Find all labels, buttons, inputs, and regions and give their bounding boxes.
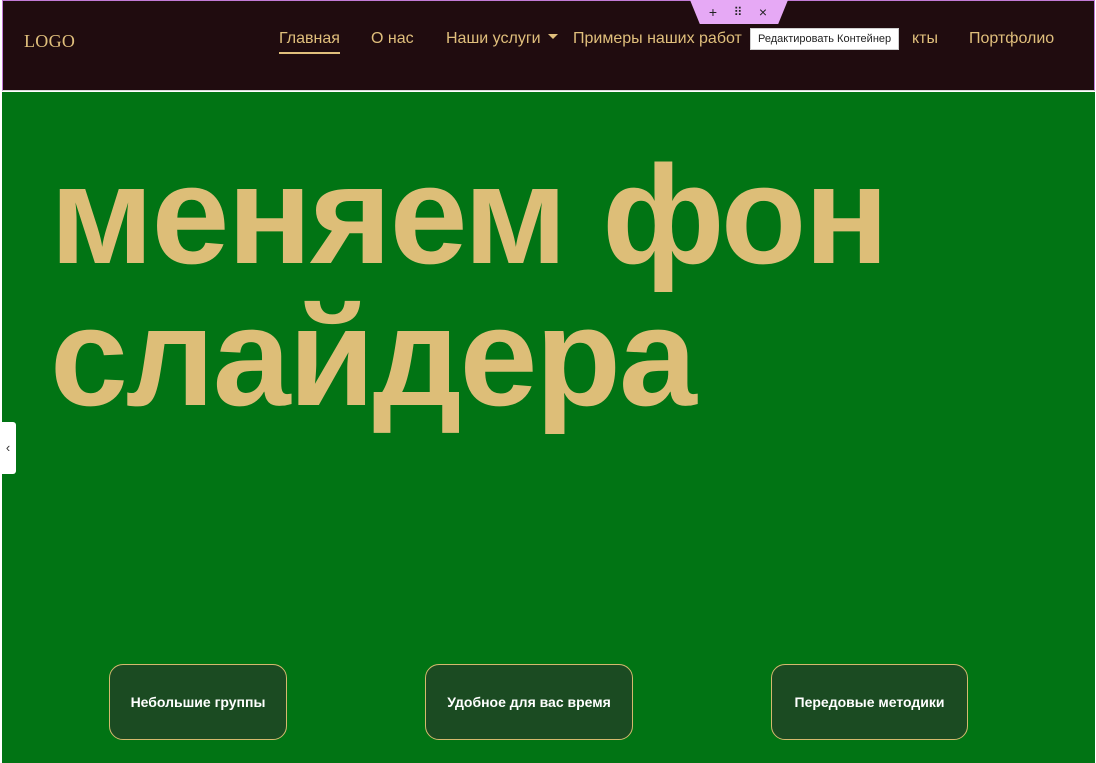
container-edit-handle[interactable]: + ⠿ × <box>690 0 788 24</box>
nav-item-portfolio[interactable]: Портфолио <box>969 30 1054 48</box>
hero-title: меняем фон слайдера <box>50 136 889 435</box>
feature-card-convenient-time: Удобное для вас время <box>425 664 633 740</box>
close-icon[interactable]: × <box>753 3 773 21</box>
edit-container-tooltip: Редактировать Контейнер <box>750 28 900 50</box>
site-header: LOGO Главная О нас Наши услуги Примеры н… <box>2 0 1095 91</box>
panel-toggle-arrow-icon[interactable]: ‹ <box>0 422 16 474</box>
logo[interactable]: LOGO <box>24 31 75 52</box>
feature-card-small-groups: Небольшие группы <box>109 664 287 740</box>
nav-item-contacts[interactable]: кты <box>912 30 938 48</box>
chevron-down-icon[interactable] <box>547 34 558 40</box>
nav-item-services[interactable]: Наши услуги <box>446 30 558 48</box>
drag-handle-icon[interactable]: ⠿ <box>728 3 748 21</box>
nav-item-services-label: Наши услуги <box>446 30 541 47</box>
nav-item-home[interactable]: Главная <box>279 30 340 54</box>
add-icon[interactable]: + <box>703 3 723 21</box>
page: LOGO Главная О нас Наши услуги Примеры н… <box>0 0 1096 763</box>
feature-card-advanced-methods: Передовые методики <box>771 664 968 740</box>
nav-item-about[interactable]: О нас <box>371 30 414 48</box>
nav-item-works[interactable]: Примеры наших работ <box>573 30 742 48</box>
